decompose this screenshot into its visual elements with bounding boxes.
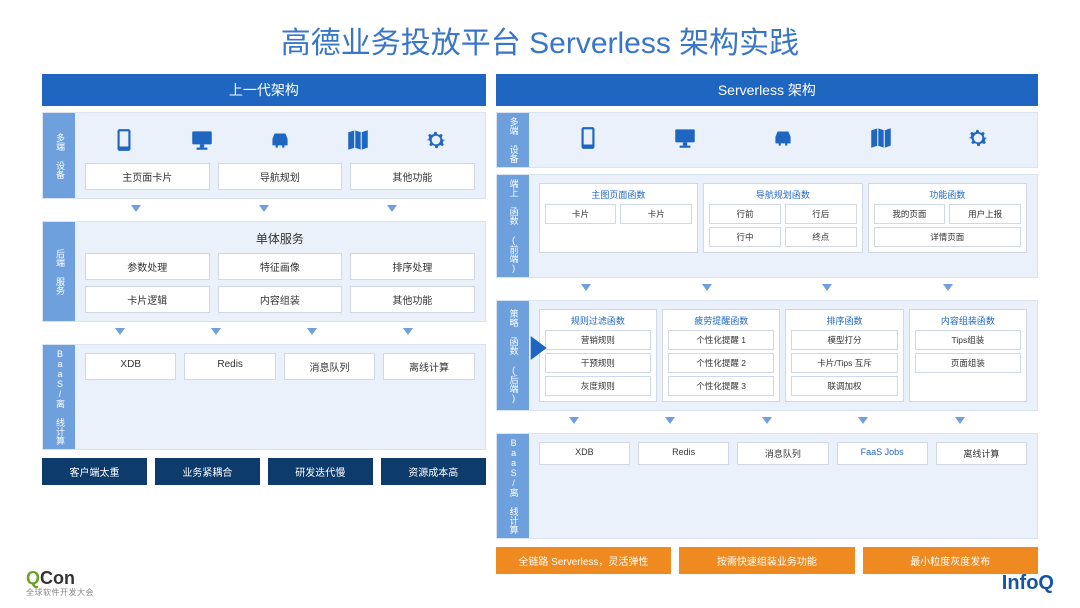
func-chip: 卡片 [545,204,617,224]
feature-box: 其他功能 [350,163,475,190]
func-chip: 行中 [709,227,781,247]
func-chip: 我的页面 [874,204,946,224]
service-box: 内容组装 [218,286,343,313]
left-baas-section: BaaS/离 线计算 XDB Redis 消息队列 离线计算 [42,344,486,450]
service-box: 其他功能 [350,286,475,313]
map-icon [868,125,894,151]
infra-box: FaaS Jobs [837,442,928,465]
gear-icon [423,127,449,153]
drawback: 资源成本高 [381,458,486,485]
service-box: 排序处理 [350,253,475,280]
phone-icon [575,125,601,151]
func-chip: 行前 [709,204,781,224]
qcon-logo: QCon 全球软件开发大会 [26,568,94,598]
function-group: 导航规划函数 行前 行后 行中 终点 [703,183,862,253]
map-icon [345,127,371,153]
right-frontend-label: 端上 函数 (前端) [497,175,529,277]
func-chip: 卡片/Tips 互斥 [791,353,897,373]
transition-arrow [531,336,547,360]
drawback: 业务紧耦合 [155,458,260,485]
drawback: 客户端太重 [42,458,147,485]
slide-footer: QCon 全球软件开发大会 InfoQ [0,568,1080,598]
left-backend-section: 后端 服务 单体服务 参数处理 特征画像 排序处理 卡片逻辑 内容组装 其他功能 [42,221,486,322]
feature-box: 主页面卡片 [85,163,210,190]
func-chip: 用户上报 [949,204,1021,224]
phone-icon [111,127,137,153]
func-chip: 终点 [785,227,857,247]
gear-icon [965,125,991,151]
serverless-architecture-column: Serverless 架构 多端 设备 端上 函数 (前端) [496,74,1038,574]
service-box: 特征画像 [218,253,343,280]
right-frontend-functions-section: 端上 函数 (前端) 主图页面函数 卡片 卡片 导航规划函数 [496,174,1038,278]
func-chip: 模型打分 [791,330,897,350]
right-backend-functions-section: 策略 函数 (后端) 规则过滤函数 营销规则 干预规则 灰度规则 疲劳 [496,300,1038,411]
desktop-icon [672,125,698,151]
func-chip: 灰度规则 [545,376,651,396]
func-chip: 详情页面 [874,227,1021,247]
left-backend-label: 后端 服务 [43,222,75,321]
func-chip: Tips组装 [915,330,1021,350]
function-group: 规则过滤函数 营销规则 干预规则 灰度规则 [539,309,657,402]
service-box: 卡片逻辑 [85,286,210,313]
func-chip: 卡片 [620,204,692,224]
func-chip: 个性化提醒 1 [668,330,774,350]
func-chip: 干预规则 [545,353,651,373]
func-chip: 营销规则 [545,330,651,350]
function-group: 排序函数 模型打分 卡片/Tips 互斥 联调加权 [785,309,903,402]
right-baas-section: BaaS/离 线计算 XDB Redis 消息队列 FaaS Jobs 离线计算 [496,433,1038,539]
infra-box: XDB [539,442,630,465]
previous-architecture-column: 上一代架构 多端 设备 主页面卡片 导航规划 其他功能 [42,74,486,574]
function-group: 功能函数 我的页面 用户上报 详情页面 [868,183,1027,253]
feature-box: 导航规划 [218,163,343,190]
infra-box: Redis [184,353,275,380]
drawback: 研发迭代慢 [268,458,373,485]
func-chip: 页面组装 [915,353,1021,373]
right-backend-label: 策略 函数 (后端) [497,301,529,410]
infra-box: Redis [638,442,729,465]
func-chip: 行后 [785,204,857,224]
left-header: 上一代架构 [42,74,486,106]
right-devices-label: 多端 设备 [497,113,529,167]
infra-box: 离线计算 [383,353,474,380]
service-box: 参数处理 [85,253,210,280]
slide-title: 高德业务投放平台 Serverless 架构实践 [0,0,1080,74]
right-header: Serverless 架构 [496,74,1038,106]
left-baas-label: BaaS/离 线计算 [43,345,75,449]
left-devices-section: 多端 设备 主页面卡片 导航规划 其他功能 [42,112,486,199]
right-devices-section: 多端 设备 [496,112,1038,168]
right-baas-label: BaaS/离 线计算 [497,434,529,538]
infra-box: XDB [85,353,176,380]
func-chip: 联调加权 [791,376,897,396]
left-devices-label: 多端 设备 [43,113,75,198]
monolith-title: 单体服务 [85,230,475,253]
function-group: 主图页面函数 卡片 卡片 [539,183,698,253]
car-icon [770,125,796,151]
desktop-icon [189,127,215,153]
infra-box: 离线计算 [936,442,1027,465]
func-chip: 个性化提醒 3 [668,376,774,396]
function-group: 内容组装函数 Tips组装 页面组装 [909,309,1027,402]
infoq-logo: InfoQ [1002,572,1054,595]
left-drawbacks: 客户端太重 业务紧耦合 研发迭代慢 资源成本高 [42,458,486,485]
function-group: 疲劳提醒函数 个性化提醒 1 个性化提醒 2 个性化提醒 3 [662,309,780,402]
car-icon [267,127,293,153]
func-chip: 个性化提醒 2 [668,353,774,373]
infra-box: 消息队列 [284,353,375,380]
infra-box: 消息队列 [737,442,828,465]
